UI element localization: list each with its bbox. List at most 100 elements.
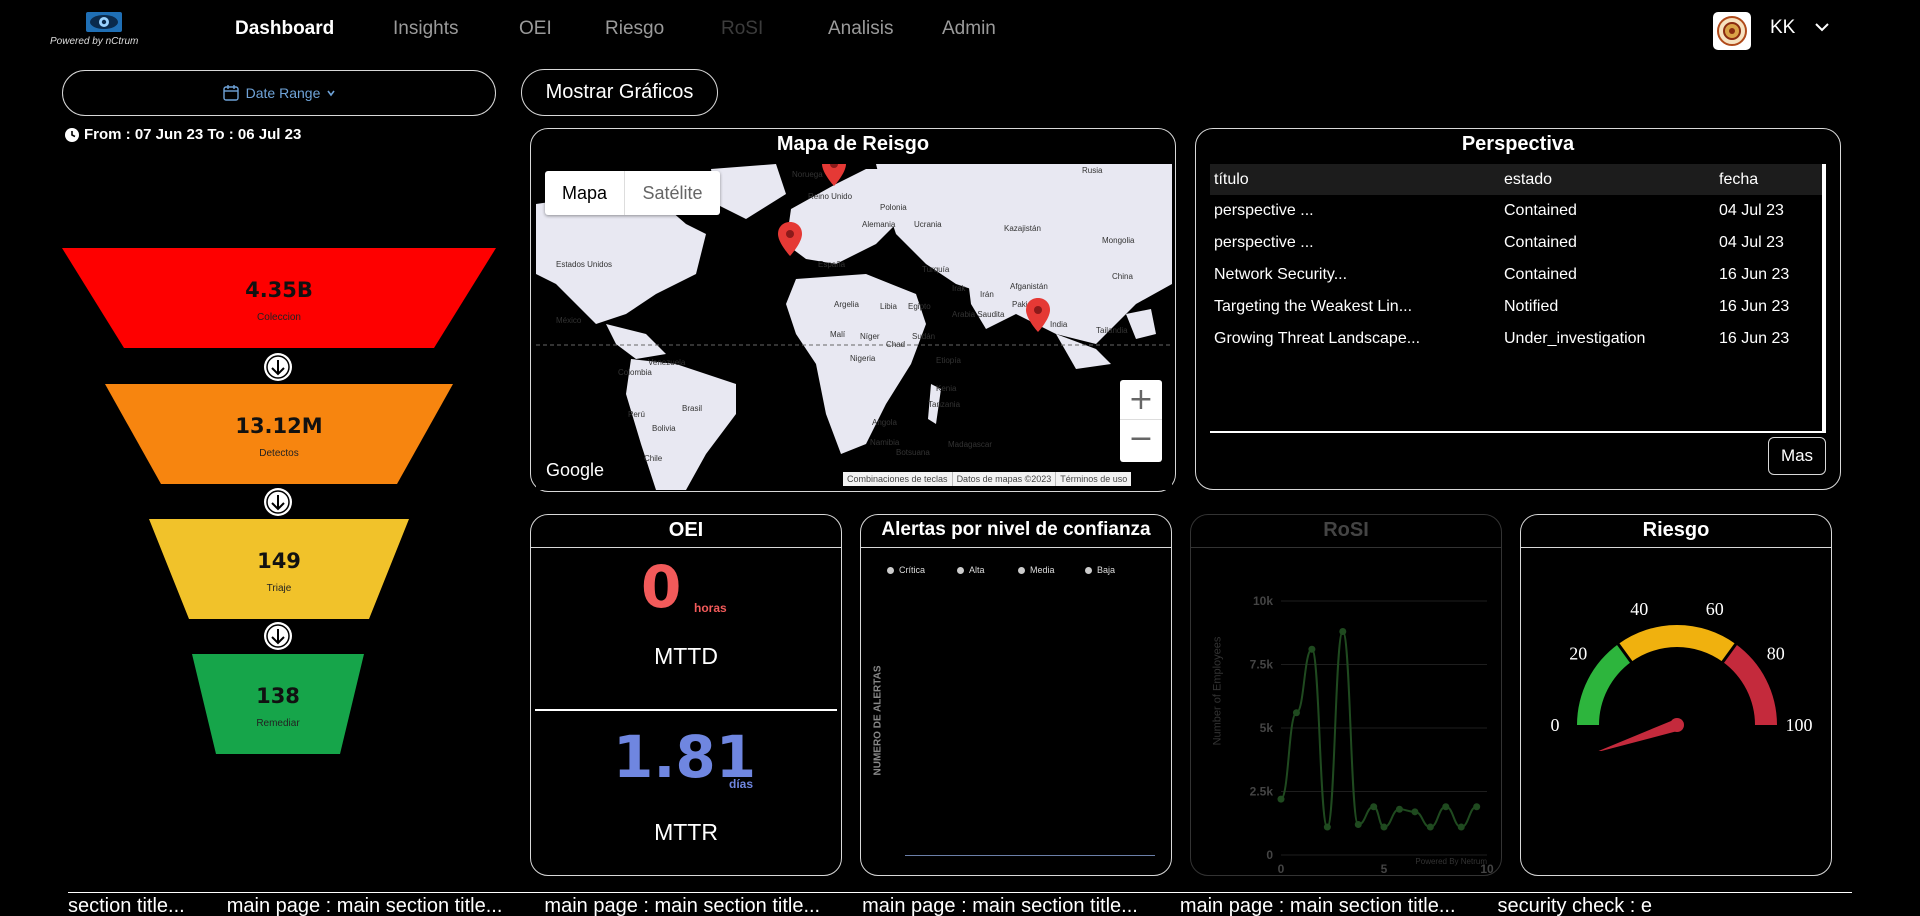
rosi-panel: RoSI 0 2.5k 5k 7.5k 10k 0 5 10 Number of Employ… (1190, 514, 1502, 876)
table-row[interactable]: perspective ... Contained 04 Jul 23 (1210, 195, 1822, 227)
data-point[interactable] (1395, 805, 1403, 813)
y-axis-label: Number of Employees (1211, 636, 1224, 746)
data-point[interactable] (1292, 709, 1300, 717)
more-button[interactable]: Mas (1768, 437, 1826, 475)
gauge-needle (1598, 719, 1679, 751)
arrow-down-circle-icon (264, 622, 292, 650)
ticker-track: section title... main page : main section… (68, 895, 1694, 916)
nav-insights[interactable]: Insights (393, 18, 458, 40)
table-scrollbar[interactable] (1822, 164, 1826, 432)
funnel-stage-triaje[interactable]: 149 Triaje (149, 519, 409, 619)
data-point[interactable] (1323, 823, 1331, 831)
map-label: Venezuela (648, 358, 686, 367)
terms-link[interactable]: Términos de uso (1056, 472, 1131, 486)
data-point[interactable] (1473, 803, 1481, 811)
x-axis-line (905, 855, 1155, 856)
data-point[interactable] (1308, 645, 1316, 653)
funnel-stage-coleccion[interactable]: 4.35B Coleccion (62, 248, 496, 348)
map-label: Kenia (936, 384, 957, 393)
map-label: Irak (952, 284, 966, 293)
map-label: Colombia (618, 368, 652, 377)
ticker-item[interactable]: security check : e (1498, 895, 1653, 916)
panel-title: OEI (668, 519, 704, 541)
map-marker-icon[interactable] (822, 164, 846, 186)
cell-title: Network Security... (1214, 266, 1348, 283)
ticker-item[interactable]: section title... (68, 895, 185, 916)
arrow-down-circle-icon (264, 488, 292, 516)
header-status[interactable]: estado (1504, 171, 1719, 189)
funnel-label: Coleccion (257, 312, 301, 323)
nav-admin[interactable]: Admin (942, 18, 996, 40)
rosi-line-chart: 02.5k5k7.5k10k0 5 10 (1250, 594, 1494, 875)
user-initials[interactable]: KK (1770, 17, 1795, 39)
map-label: Brasil (682, 404, 703, 413)
data-point[interactable] (1426, 823, 1434, 831)
chevron-down-icon[interactable] (1812, 17, 1832, 37)
data-point[interactable] (1457, 823, 1465, 831)
map-type-satellite[interactable]: Satélite (625, 171, 720, 215)
nav-analisis[interactable]: Analisis (828, 18, 893, 40)
map-type-map[interactable]: Mapa (545, 171, 625, 215)
map-label: Kazajistán (1004, 224, 1041, 233)
cell-status: Contained (1504, 234, 1577, 251)
table-row[interactable]: Targeting the Weakest Lin... Notified 16 J… (1210, 291, 1822, 323)
ticker-item[interactable]: main page : main section title... (862, 895, 1138, 916)
eye-logo-icon (86, 12, 122, 32)
table-row[interactable]: perspective ... Contained 04 Jul 23 (1210, 227, 1822, 259)
funnel-label: Detectos (259, 448, 299, 459)
zoom-in-button[interactable]: + (1120, 380, 1162, 420)
header-title[interactable]: título (1210, 171, 1504, 189)
avatar[interactable] (1713, 12, 1751, 50)
activity-ticker[interactable]: section title... main page : main section… (68, 892, 1852, 916)
map-label: Ucrania (914, 220, 942, 229)
data-point[interactable] (1380, 823, 1388, 831)
funnel-value: 13.12M (235, 414, 323, 438)
data-point[interactable] (1277, 795, 1285, 803)
alerts-panel: Alertas por nivel de confianza Crítica A… (860, 514, 1172, 876)
map-marker-icon[interactable] (1026, 298, 1050, 332)
funnel-stage-remediar[interactable]: 138 Remediar (192, 654, 364, 754)
calendar-icon (222, 85, 239, 101)
legend-item[interactable]: Alta (957, 565, 985, 575)
legend-item[interactable]: Media (1018, 565, 1055, 575)
data-point[interactable] (1411, 808, 1419, 816)
table-row[interactable]: Growing Threat Landscape... Under_investi… (1210, 323, 1822, 355)
nav-oei[interactable]: OEI (519, 18, 552, 40)
arrow-down-circle-icon (264, 353, 292, 381)
logo[interactable]: Powered by nCtrum (48, 8, 168, 50)
map-label: Madagascar (948, 440, 993, 449)
map-marker-icon[interactable] (778, 222, 802, 256)
data-point[interactable] (1354, 821, 1362, 829)
legend-item[interactable]: Baja (1085, 565, 1115, 575)
map-label: Polonia (880, 203, 907, 212)
nav-dashboard[interactable]: Dashboard (235, 18, 334, 40)
header-date[interactable]: fecha (1719, 171, 1819, 189)
y-axis-label: NUMERO DE ALERTAS (872, 665, 884, 776)
data-point[interactable] (1370, 803, 1378, 811)
funnel-value: 4.35B (245, 278, 313, 302)
nav-rosi[interactable]: RoSI (721, 18, 763, 40)
ticker-item[interactable]: main page : main section title... (227, 895, 503, 916)
ticker-item[interactable]: main page : main section title... (544, 895, 820, 916)
cell-status: Contained (1504, 266, 1577, 283)
keyboard-shortcuts-link[interactable]: Combinaciones de teclas (843, 472, 953, 486)
data-point[interactable] (1339, 627, 1347, 635)
nav-riesgo[interactable]: Riesgo (605, 18, 664, 40)
date-range-button[interactable]: Date Range (62, 70, 496, 116)
panel-title: Perspectiva (1461, 133, 1575, 155)
cell-date: 16 Jun 23 (1719, 266, 1790, 283)
divider (531, 547, 841, 548)
table-row[interactable]: Network Security... Contained 16 Jun 23 (1210, 259, 1822, 291)
legend-item[interactable]: Crítica (887, 565, 925, 575)
map-label: Turquía (922, 265, 950, 274)
funnel-stage-detectos[interactable]: 13.12M Detectos (105, 384, 453, 484)
show-charts-button[interactable]: Mostrar Gráficos (521, 69, 718, 116)
table-header: título estado fecha (1210, 164, 1822, 195)
map-label: Argelia (834, 300, 859, 309)
data-point[interactable] (1442, 803, 1450, 811)
perspective-table: título estado fecha perspective ... Conta… (1210, 164, 1822, 355)
zoom-out-button[interactable]: − (1120, 420, 1162, 460)
panel-title: RoSI (1323, 519, 1369, 541)
map-label: Alemania (862, 220, 896, 229)
ticker-item[interactable]: main page : main section title... (1180, 895, 1456, 916)
